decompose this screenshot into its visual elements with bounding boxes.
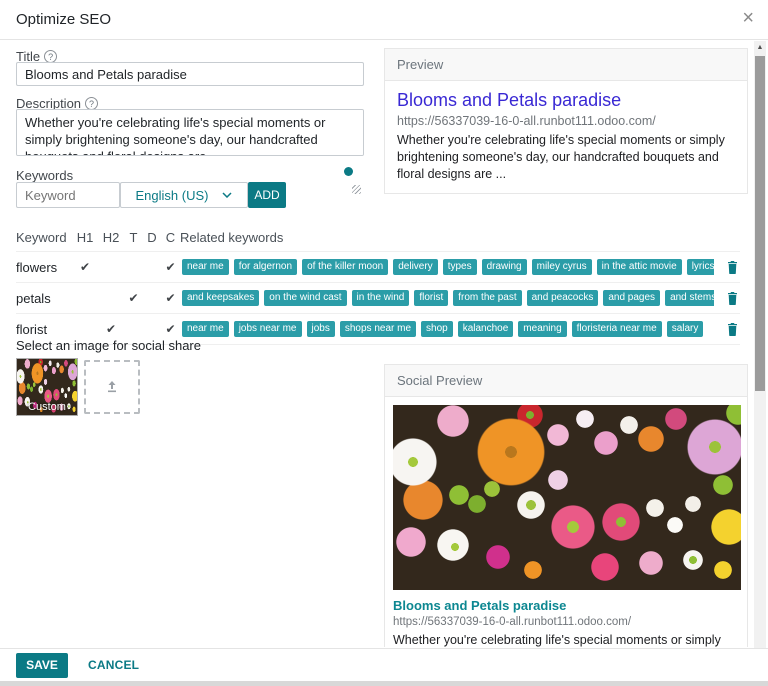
related-keyword-tag[interactable]: shops near me [340, 321, 416, 337]
related-keyword-tag[interactable]: shop [421, 321, 453, 337]
related-keyword-tag[interactable]: for algernon [234, 259, 297, 275]
social-preview-description: Whether you're celebrating life's specia… [393, 632, 739, 647]
serp-preview-title: Blooms and Petals paradise [397, 90, 735, 111]
serp-preview-url: https://56337039-16-0-all.runbot111.odoo… [397, 114, 735, 128]
related-keyword-tag[interactable]: types [443, 259, 477, 275]
related-keyword-tag[interactable]: in the wind [352, 290, 410, 306]
keyword-cell: petals [16, 291, 72, 306]
chevron-down-icon [222, 192, 232, 198]
social-preview-title: Blooms and Petals paradise [393, 598, 739, 613]
related-keyword-tag[interactable]: jobs [307, 321, 335, 337]
check-cell-h2: ✔ [98, 322, 124, 336]
related-keyword-tag[interactable]: floristeria near me [572, 321, 662, 337]
related-keyword-tag[interactable]: drawing [482, 259, 527, 275]
title-input[interactable] [16, 62, 364, 86]
check-cell-h1: ✔ [72, 260, 98, 274]
related-keyword-tag[interactable]: delivery [393, 259, 437, 275]
social-preview-url: https://56337039-16-0-all.runbot111.odoo… [393, 616, 739, 628]
related-keyword-tag[interactable]: kalanchoe [458, 321, 514, 337]
preview-header: Preview [385, 49, 747, 81]
dialog-header: Optimize SEO × [0, 0, 768, 40]
serp-preview-box: Preview Blooms and Petals paradise https… [384, 48, 748, 194]
close-icon[interactable]: × [742, 8, 754, 28]
related-keyword-tag[interactable]: florist [414, 290, 448, 306]
save-button[interactable]: SAVE [16, 653, 68, 678]
related-keyword-tag[interactable]: salary [667, 321, 704, 337]
related-keyword-tag[interactable]: of the killer moon [302, 259, 388, 275]
cancel-button[interactable]: CANCEL [88, 658, 139, 672]
column-header-h2: H2 [98, 230, 124, 245]
social-preview-box: Social Preview Blooms and Petals paradis… [384, 364, 748, 647]
keyword-cell: flowers [16, 260, 72, 275]
description-size-indicator [344, 167, 353, 176]
check-cell-t: ✔ [124, 291, 143, 305]
keyword-table-header: Keyword H1 H2 T D C Related keywords [16, 223, 740, 252]
related-keyword-tag[interactable]: and peacocks [527, 290, 599, 306]
social-preview-header: Social Preview [385, 365, 747, 397]
related-keyword-tag[interactable]: lyrics [687, 259, 714, 275]
keyword-input[interactable] [16, 182, 120, 208]
related-keyword-tag[interactable]: meaning [518, 321, 566, 337]
seo-dialog: Optimize SEO × Title ? Description ? Whe… [0, 0, 768, 681]
delete-keyword-icon[interactable] [714, 292, 740, 305]
social-preview-card: Blooms and Petals paradise https://56337… [385, 397, 747, 647]
keyword-table-row: flowers ✔ ✔ near me for algernon of the ki… [16, 252, 740, 283]
keywords-label: Keywords [16, 168, 73, 183]
textarea-resize-handle[interactable] [352, 185, 361, 194]
related-keyword-tag[interactable]: on the wind cast [264, 290, 346, 306]
custom-image-label: Custom [17, 401, 77, 413]
language-select[interactable]: English (US) [120, 182, 248, 208]
column-header-h1: H1 [72, 230, 98, 245]
check-cell-c: ✔ [161, 260, 180, 274]
modal-backdrop [0, 681, 768, 686]
keyword-cell: florist [16, 322, 72, 337]
social-share-label: Select an image for social share [16, 338, 201, 353]
social-image-custom-thumbnail[interactable]: Custom [16, 358, 78, 416]
vertical-scrollbar[interactable]: ▲ ▼ [754, 41, 766, 657]
keyword-table-rows: flowers ✔ ✔ near me for algernon of the ki… [16, 252, 740, 345]
dialog-body: Title ? Description ? Whether you're cel… [0, 41, 752, 647]
delete-keyword-icon[interactable] [714, 323, 740, 336]
related-keyword-tag[interactable]: and keepsakes [182, 290, 259, 306]
column-header-t: T [124, 230, 143, 245]
column-header-related: Related keywords [180, 230, 714, 245]
serp-preview-card: Blooms and Petals paradise https://56337… [385, 81, 747, 193]
upload-icon [105, 380, 119, 394]
check-cell-c: ✔ [161, 291, 180, 305]
related-keywords-cell: near me for algernon of the killer moon del… [180, 259, 714, 275]
column-header-d: D [143, 230, 161, 245]
flowers-social-image [393, 405, 741, 590]
keyword-table-row: petals ✔ ✔ and keepsakes on the wind cast… [16, 283, 740, 314]
related-keyword-tag[interactable]: and pages [603, 290, 660, 306]
delete-keyword-icon[interactable] [714, 261, 740, 274]
related-keyword-tag[interactable]: miley cyrus [532, 259, 592, 275]
scroll-up-icon[interactable]: ▲ [754, 41, 766, 54]
scrollbar-thumb[interactable] [755, 56, 765, 391]
dialog-title: Optimize SEO [16, 11, 111, 28]
related-keyword-tag[interactable]: near me [182, 259, 229, 275]
check-cell-c: ✔ [161, 322, 180, 336]
serp-preview-description: Whether you're celebrating life's specia… [397, 132, 735, 183]
related-keywords-cell: and keepsakes on the wind cast in the wind… [180, 290, 714, 306]
column-header-c: C [161, 230, 180, 245]
description-textarea[interactable]: Whether you're celebrating life's specia… [16, 109, 364, 156]
related-keyword-tag[interactable]: near me [182, 321, 229, 337]
related-keyword-tag[interactable]: from the past [453, 290, 521, 306]
add-keyword-button[interactable]: ADD [248, 182, 286, 208]
related-keywords-cell: near me jobs near me jobs shops near me shop… [180, 321, 714, 337]
related-keyword-tag[interactable]: jobs near me [234, 321, 302, 337]
column-header-keyword: Keyword [16, 230, 72, 245]
related-keyword-tag[interactable]: in the attic movie [597, 259, 682, 275]
related-keyword-tag[interactable]: and stems [665, 290, 714, 306]
upload-image-button[interactable] [84, 360, 140, 414]
dialog-footer: SAVE CANCEL [0, 648, 768, 681]
